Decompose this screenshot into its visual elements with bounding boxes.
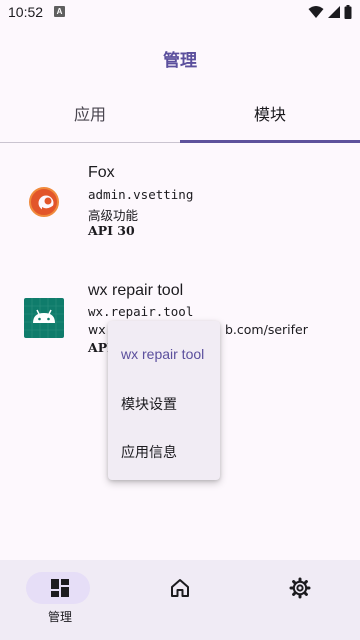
module-description-end: b.com/serifer: [225, 322, 308, 337]
status-bar: 10:52 A: [0, 0, 360, 24]
nav-item-manage[interactable]: 管理: [0, 560, 120, 640]
settings-icon: [289, 577, 311, 599]
page-title: 管理: [163, 51, 197, 71]
module-context-menu: wx repair tool 模块设置 应用信息: [108, 321, 220, 480]
module-name: Fox: [88, 164, 115, 181]
notification-icon: A: [54, 6, 65, 17]
android-app-icon: [24, 298, 64, 338]
fox-app-icon: [29, 187, 59, 217]
module-package: admin.vsetting: [88, 187, 194, 202]
module-item-fox[interactable]: Fox admin.vsetting 高级功能 API 30: [0, 160, 360, 250]
module-description-start: wx: [88, 322, 106, 337]
bottom-navigation: 管理: [0, 560, 360, 640]
dashboard-icon: [51, 579, 69, 597]
top-app-bar: 管理: [0, 24, 360, 88]
nav-item-home[interactable]: [120, 560, 240, 640]
status-time: 10:52: [8, 4, 44, 20]
tab-modules[interactable]: 模块: [180, 88, 360, 142]
menu-item-app-info[interactable]: 应用信息: [121, 442, 177, 462]
module-package: wx.repair.tool: [88, 304, 194, 319]
tab-indicator: [180, 140, 360, 143]
wifi-icon: [308, 6, 324, 18]
status-icons: [308, 5, 352, 19]
nav-item-settings[interactable]: [240, 560, 360, 640]
signal-icon: [328, 6, 340, 18]
module-api: API 30: [88, 223, 135, 238]
tab-apps[interactable]: 应用: [0, 88, 180, 142]
home-icon: [171, 579, 189, 597]
menu-item-module-name[interactable]: wx repair tool: [121, 346, 204, 362]
nav-label-manage: 管理: [47, 610, 72, 624]
module-description: 高级功能: [88, 208, 139, 223]
tab-bar: 应用 模块: [0, 88, 360, 143]
menu-item-module-settings[interactable]: 模块设置: [121, 394, 177, 414]
battery-icon: [344, 5, 352, 19]
module-name: wx repair tool: [88, 282, 184, 299]
